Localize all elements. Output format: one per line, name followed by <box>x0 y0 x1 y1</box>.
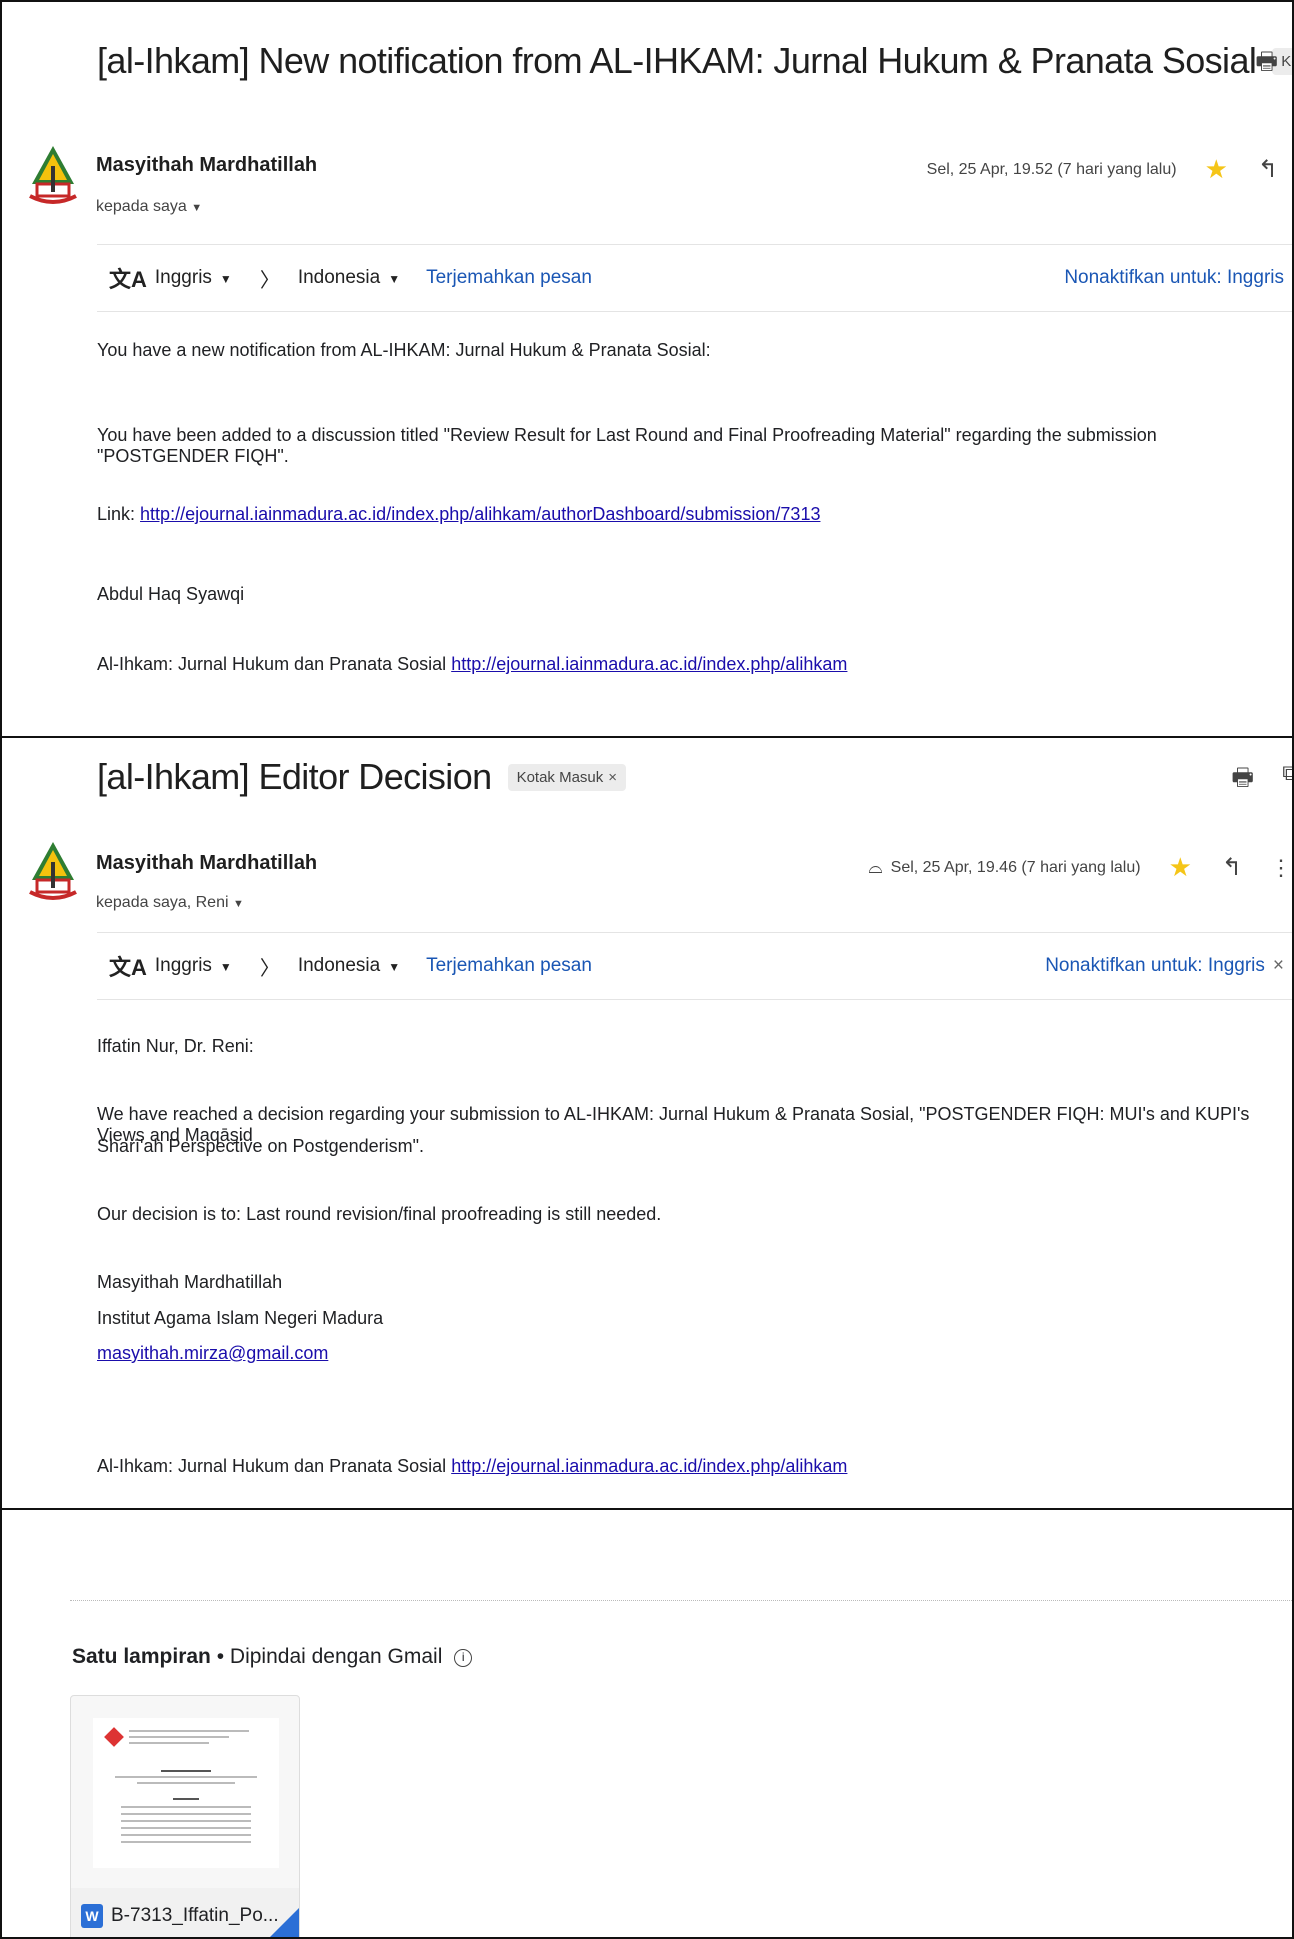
translate-icon: 文A <box>109 267 147 292</box>
body-line: You have been added to a discussion titl… <box>97 425 1157 466</box>
journal-link[interactable]: http://ejournal.iainmadura.ac.id/index.p… <box>451 1456 847 1476</box>
caret-down-icon: ▼ <box>219 272 232 286</box>
attachment-icon: ⌓ <box>868 857 883 877</box>
recipient-text: kepada saya <box>96 198 187 215</box>
footer-text: Al-Ihkam: Jurnal Hukum dan Pranata Sosia… <box>97 1456 447 1476</box>
target-language: Indonesia <box>297 267 381 288</box>
signature-name: Abdul Haq Syawqi <box>97 584 245 604</box>
sender-name: Masyithah Mardhatillah <box>96 154 318 176</box>
info-icon[interactable]: i <box>454 1649 473 1667</box>
page-fold-icon <box>263 1908 299 1937</box>
translate-icon: 文A <box>109 955 147 980</box>
disable-translation-text: Nonaktifkan untuk: Inggris <box>1045 955 1265 976</box>
caret-down-icon: ▼ <box>388 272 401 286</box>
more-options-icon[interactable]: ⋮ <box>1270 855 1292 881</box>
email-panel-editor-decision: [al-Ihkam] Editor Decision Kotak Masuk × … <box>0 736 1294 1510</box>
email-subject: [al-Ihkam] New notification from AL-IHKA… <box>97 40 1257 81</box>
attachments-header: Satu lampiran • Dipindai dengan Gmail i <box>72 1645 473 1669</box>
star-icon[interactable]: ★ <box>1205 154 1228 185</box>
bullet-separator: • <box>216 1645 230 1668</box>
caret-down-icon: ▼ <box>232 898 244 910</box>
email-link[interactable]: masyithah.mirza@gmail.com <box>97 1343 328 1363</box>
print-icon[interactable]: 🖶 <box>1231 760 1254 801</box>
label-text: Kotak Masuk <box>1281 52 1292 70</box>
attachment-count: Satu lampiran <box>72 1645 211 1668</box>
recipient-text: kepada saya, Reni <box>96 894 229 911</box>
translate-bar: 文A Inggris ▼ 〉 Indonesia ▼ Terjemahkan pes… <box>97 932 1292 1000</box>
caret-down-icon: ▼ <box>219 960 232 974</box>
subject-row: [al-Ihkam] Editor Decision Kotak Masuk × … <box>97 756 1292 798</box>
translate-message-link[interactable]: Terjemahkan pesan <box>426 955 592 977</box>
greeting: Iffatin Nur, Dr. Reni: <box>97 1036 254 1056</box>
target-language-select[interactable]: Indonesia ▼ <box>298 955 400 977</box>
chevron-right-icon: 〉 <box>259 957 280 980</box>
footer-text: Al-Ihkam: Jurnal Hukum dan Pranata Sosia… <box>97 654 447 674</box>
email-subject: [al-Ihkam] Editor Decision <box>97 756 492 797</box>
word-document-icon: W <box>81 1904 103 1928</box>
star-icon[interactable]: ★ <box>1169 852 1192 883</box>
source-language-select[interactable]: Inggris ▼ <box>155 955 232 977</box>
recipient-dropdown[interactable]: kepada saya, Reni ▼ <box>96 894 244 912</box>
email-panel-notification: [al-Ihkam] New notification from AL-IHKA… <box>0 0 1294 738</box>
source-language: Inggris <box>154 955 212 976</box>
journal-link[interactable]: http://ejournal.iainmadura.ac.id/index.p… <box>451 654 847 674</box>
footer-line: Al-Ihkam: Jurnal Hukum dan Pranata Sosia… <box>97 1456 847 1477</box>
reply-icon[interactable]: ↰ <box>1222 853 1242 882</box>
inbox-label-chip[interactable]: Kotak Masuk× <box>507 763 627 791</box>
sender-avatar <box>29 842 77 900</box>
print-icon[interactable]: 🖶 <box>1255 44 1278 85</box>
recipient-dropdown[interactable]: kepada saya ▼ <box>96 198 202 216</box>
email-date: Sel, 25 Apr, 19.46 (7 hari yang lalu) <box>890 858 1141 876</box>
disable-translation-link[interactable]: Nonaktifkan untuk: Inggris × <box>1045 955 1284 977</box>
link-line: Link: http://ejournal.iainmadura.ac.id/i… <box>97 504 820 525</box>
decision-line: Our decision is to: Last round revision/… <box>97 1204 662 1224</box>
document-preview <box>93 1718 279 1868</box>
link-label: Link: <box>97 504 136 524</box>
email-meta: ⌓ Sel, 25 Apr, 19.46 (7 hari yang lalu) … <box>868 852 1292 883</box>
signature-email: masyithah.mirza@gmail.com <box>97 1343 328 1364</box>
signature-name: Masyithah Mardhatillah <box>97 1272 283 1292</box>
attachments-panel: Satu lampiran • Dipindai dengan Gmail i … <box>0 1508 1294 1939</box>
open-in-new-window-icon[interactable]: ⧉ <box>1282 760 1292 786</box>
close-icon[interactable]: × <box>1273 955 1284 976</box>
attachment-thumbnail[interactable]: W B-7313_Iffatin_Po... <box>70 1695 300 1937</box>
footer-line: Al-Ihkam: Jurnal Hukum dan Pranata Sosia… <box>97 654 847 675</box>
caret-down-icon: ▼ <box>388 960 401 974</box>
remove-label-icon[interactable]: × <box>608 769 617 786</box>
sender-avatar <box>29 146 77 204</box>
source-language-select[interactable]: Inggris ▼ <box>155 267 232 289</box>
target-language-select[interactable]: Indonesia ▼ <box>298 267 400 289</box>
caret-down-icon: ▼ <box>191 202 203 214</box>
attachment-file-name: B-7313_Iffatin_Po... <box>111 1905 279 1926</box>
submission-link[interactable]: http://ejournal.iainmadura.ac.id/index.p… <box>140 504 820 524</box>
translate-bar: 文A Inggris ▼ 〉 Indonesia ▼ Terjemahkan pes… <box>97 244 1292 312</box>
sender-name: Masyithah Mardhatillah <box>96 852 318 874</box>
document-logo <box>104 1727 124 1747</box>
signature-institution: Institut Agama Islam Negeri Madura <box>97 1308 384 1328</box>
source-language: Inggris <box>154 267 212 288</box>
chevron-right-icon: 〉 <box>259 269 280 292</box>
body-line: Sharī'ah Perspective on Postgenderism". <box>97 1136 424 1156</box>
target-language: Indonesia <box>297 955 381 976</box>
body-line: You have a new notification from AL-IHKA… <box>97 340 711 360</box>
scan-status: Dipindai dengan Gmail <box>229 1645 443 1668</box>
divider <box>70 1600 1292 1601</box>
translate-message-link[interactable]: Terjemahkan pesan <box>426 267 592 289</box>
email-meta: Sel, 25 Apr, 19.52 (7 hari yang lalu) ★ … <box>927 154 1278 185</box>
label-text: Kotak Masuk <box>516 768 604 786</box>
disable-translation-link[interactable]: Nonaktifkan untuk: Inggris <box>1064 267 1284 289</box>
subject-row: [al-Ihkam] New notification from AL-IHKA… <box>97 40 1292 82</box>
email-date: Sel, 25 Apr, 19.52 (7 hari yang lalu) <box>926 160 1177 178</box>
reply-icon[interactable]: ↰ <box>1258 155 1278 184</box>
